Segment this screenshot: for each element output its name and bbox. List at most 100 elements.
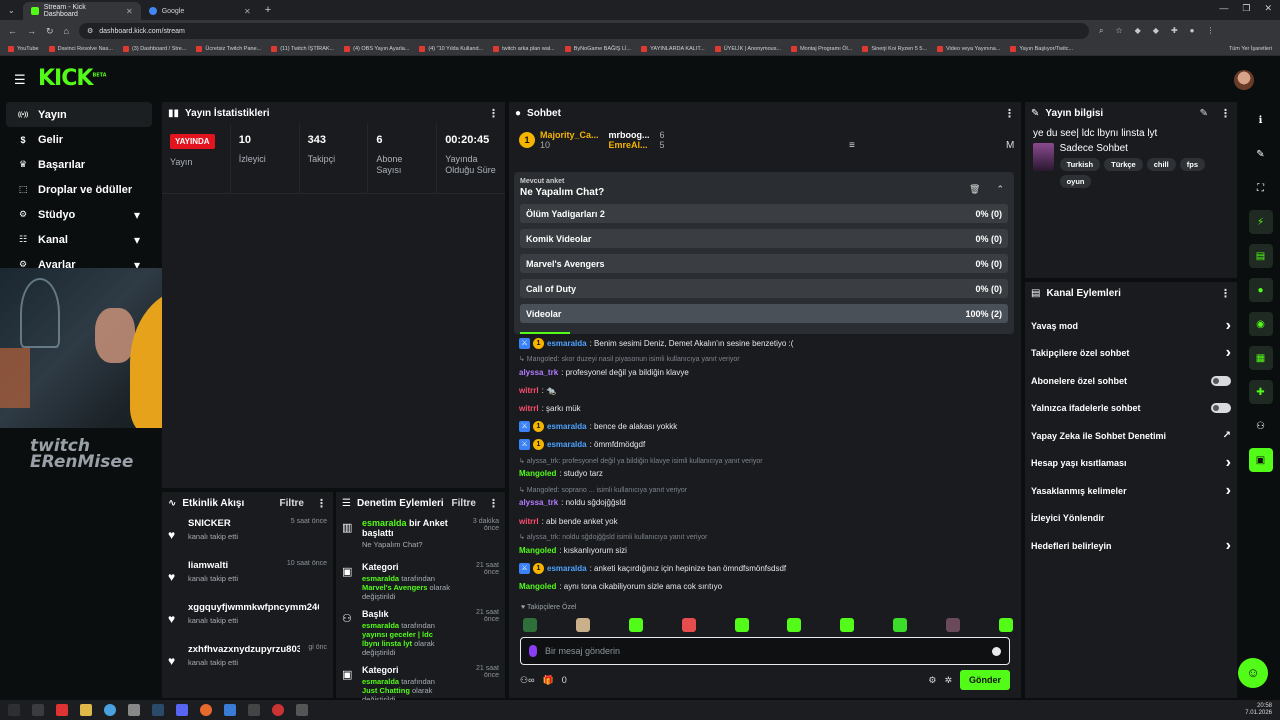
broadcast-icon[interactable]: ◉ (1248, 312, 1273, 336)
gift-icon[interactable]: 🎁 (542, 675, 553, 686)
firefox-icon[interactable] (200, 704, 212, 716)
chat-username[interactable]: esmaralda (547, 339, 587, 348)
channel-action-7[interactable]: İzleyici Yönlendir (1025, 505, 1237, 533)
toggle-switch[interactable] (1211, 403, 1231, 414)
moderator-name[interactable]: esmaralda (362, 677, 399, 686)
layers-icon[interactable]: ▦ (1248, 346, 1273, 370)
tab-search-icon[interactable]: ⌄ (8, 6, 15, 15)
stats-icon[interactable]: ▣ (1248, 448, 1273, 472)
bookmark-item[interactable]: Yayın Başlıyor/Twitc... (1010, 45, 1073, 52)
moderator-name[interactable]: esmaralda (362, 518, 407, 528)
emote-icon[interactable] (628, 618, 643, 632)
kick-logo[interactable]: KICKBETA (38, 66, 107, 91)
chat-message[interactable]: alyssa_trk: noldu sğdojğğsld (519, 496, 1014, 511)
mic-icon[interactable] (529, 645, 537, 657)
chat-username[interactable]: Mangoled (519, 469, 556, 478)
puzzle-icon[interactable]: ✚ (1171, 26, 1178, 36)
chevron-right-icon[interactable]: › (1226, 454, 1231, 472)
channel-action-1[interactable]: Takipçilere özel sohbet › (1025, 340, 1237, 368)
sidebar-item-4[interactable]: ⚙ Stüdyo ▾ (6, 202, 152, 227)
collapse-pinned-icon[interactable]: ≡ (849, 140, 855, 151)
poll-option[interactable]: Ölüm Yadigarları 2 0% (0) (520, 204, 1008, 223)
reload-icon[interactable]: ↻ (46, 26, 54, 37)
more-options-icon[interactable]: ⋮ (316, 497, 327, 510)
chat-username[interactable]: witrrl (519, 404, 539, 413)
bookmark-item[interactable]: (3) Dashboard / Stre... (122, 45, 186, 52)
bookmark-item[interactable]: Davinci Resolve Nas... (48, 45, 113, 52)
channel-action-2[interactable]: Abonelere özel sohbet (1025, 367, 1237, 395)
emote-picker-icon[interactable]: ✲ (944, 675, 952, 686)
bookmark-item[interactable]: (11) Twitch İŞTİRAK... (271, 45, 334, 52)
poll-option[interactable]: Videolar 100% (2) (520, 304, 1008, 323)
tag-pill[interactable]: Turkish (1059, 158, 1101, 171)
emoji-icon[interactable] (992, 646, 1001, 656)
chat-message[interactable]: ⚔ 1 esmaralda: Benim sesimi Deniz, Demet A… (519, 336, 1014, 351)
users-icon[interactable]: ⚇∞ (520, 675, 534, 686)
chat-message[interactable]: ⚔ 1 esmaralda: bence de alakası yokkk (519, 419, 1014, 434)
app-icon[interactable] (224, 704, 236, 716)
channel-action-0[interactable]: Yavaş mod › (1025, 312, 1237, 340)
chat-message[interactable]: witrrl: şarkı mük (519, 401, 1014, 416)
chat-username[interactable]: witrrl (519, 517, 539, 526)
chat-input[interactable]: Bir mesaj gönderin (520, 637, 1010, 665)
filter-button[interactable]: Filtre (280, 498, 304, 509)
wrench-icon[interactable]: ✚ (1248, 380, 1273, 404)
activity-username[interactable]: liamwalti (188, 560, 279, 571)
chrome-icon[interactable] (104, 704, 116, 716)
emote-icon[interactable] (893, 618, 908, 632)
external-link-icon[interactable]: ↗ (1223, 430, 1231, 441)
steam-icon[interactable] (152, 704, 164, 716)
chat-username[interactable]: esmaralda (547, 422, 587, 431)
app-icon[interactable] (56, 704, 68, 716)
browser-tab-1[interactable]: Google ✕ (141, 2, 259, 20)
app-icon[interactable] (296, 704, 308, 716)
emote-icon[interactable] (998, 618, 1013, 632)
activity-username[interactable]: zxhfhvazxnydzupyrzu8033 (188, 644, 300, 655)
url-bar[interactable]: ⚙ dashboard.kick.com/stream (78, 23, 1089, 39)
expand-icon[interactable]: ⛶ (1249, 176, 1273, 200)
channel-action-3[interactable]: Yalnızca ifadelerle sohbet (1025, 395, 1237, 423)
chat-username[interactable]: Mangoled (519, 546, 556, 555)
bookmark-item[interactable]: ÜYELİK | Anonymous... (714, 45, 781, 52)
user-avatar[interactable] (1234, 70, 1254, 90)
extension-icon[interactable]: ◆ (1135, 26, 1141, 36)
new-tab-icon[interactable]: + (265, 4, 271, 16)
chevron-right-icon[interactable]: › (1226, 317, 1231, 335)
poll-option[interactable]: Marvel's Avengers 0% (0) (520, 254, 1008, 273)
discord-icon[interactable] (176, 704, 188, 716)
sidebar-item-1[interactable]: $ Gelir (6, 127, 152, 152)
system-clock[interactable]: 20:58 7.01.2026 (1245, 703, 1272, 717)
menu-icon[interactable]: ⋮ (1207, 26, 1215, 36)
emote-icon[interactable] (575, 618, 590, 632)
settings-icon[interactable]: ⚙ (928, 675, 936, 686)
more-options-icon[interactable]: ⋮ (488, 497, 499, 510)
bookmark-item[interactable]: Ücretsiz Twitch Pane... (196, 45, 261, 52)
start-icon[interactable] (8, 704, 20, 716)
more-options-icon[interactable]: ⋮ (488, 107, 499, 120)
channel-action-5[interactable]: Hesap yaşı kısıtlaması › (1025, 450, 1237, 478)
more-options-icon[interactable]: ⋮ (1220, 287, 1231, 300)
chat-username[interactable]: witrrl (519, 386, 539, 395)
sidebar-item-2[interactable]: ♛ Başarılar (6, 152, 152, 177)
filter-button[interactable]: Filtre (452, 498, 476, 509)
leaderboard-entry[interactable]: 1 Majority_Ca... 10 (519, 130, 599, 150)
star-icon[interactable]: ☆ (1115, 26, 1122, 36)
more-options-icon[interactable]: ⋮ (1220, 107, 1231, 120)
channel-action-6[interactable]: Yasaklanmış kelimeler › (1025, 477, 1237, 505)
emote-icon[interactable] (681, 618, 696, 632)
emote-icon[interactable] (787, 618, 802, 632)
all-bookmarks[interactable]: Tüm Yer İşaretleri (1229, 46, 1272, 52)
activity-username[interactable]: xggquyfjwmmkwfpncymm246 (188, 602, 319, 613)
chevron-down-icon[interactable]: ▾ (134, 233, 140, 247)
poll-option[interactable]: Call of Duty 0% (0) (520, 279, 1008, 298)
browser-tab-0[interactable]: Stream - Kick Dashboard ✕ (22, 2, 141, 20)
home-icon[interactable]: ⌂ (64, 26, 69, 36)
minimize-icon[interactable]: — (1219, 3, 1228, 14)
app-icon[interactable] (248, 704, 260, 716)
trash-icon[interactable]: 🗑 (969, 184, 980, 195)
send-button[interactable]: Gönder (959, 670, 1010, 690)
help-chat-icon[interactable]: ☺ (1238, 658, 1268, 688)
emote-icon[interactable] (946, 618, 960, 632)
obs-icon[interactable] (272, 704, 284, 716)
chat-username[interactable]: esmaralda (547, 440, 587, 449)
